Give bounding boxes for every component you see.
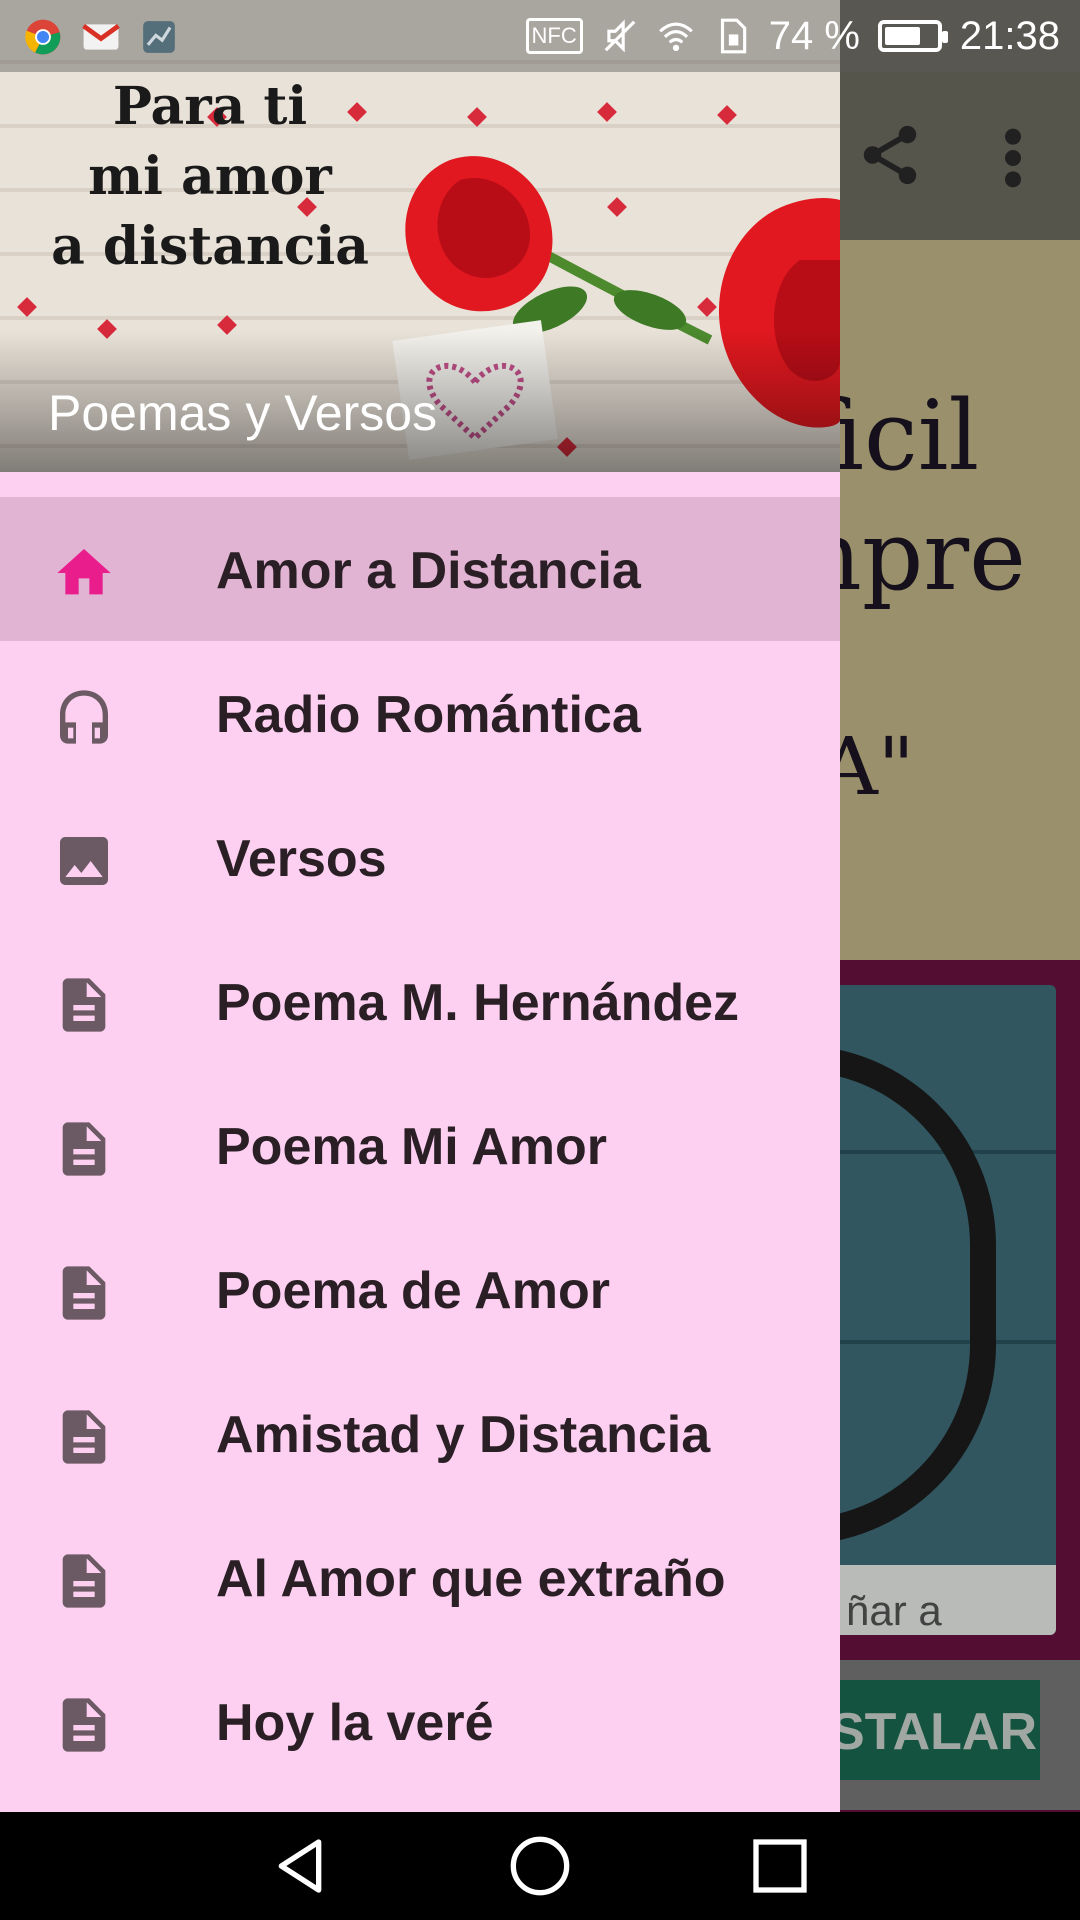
menu-item-hoy-la-vere[interactable]: Hoy la veré (0, 1649, 840, 1793)
menu-item-label: Versos (216, 830, 387, 888)
mute-icon (604, 19, 636, 53)
menu-item-poema-m-hernandez[interactable]: Poema M. Hernández (0, 929, 840, 1073)
menu-item-label: Poema de Amor (216, 1262, 610, 1320)
menu-item-versos[interactable]: Versos (0, 785, 840, 929)
back-icon[interactable] (265, 1834, 335, 1898)
document-icon (62, 1554, 106, 1608)
home-icon (57, 549, 111, 595)
document-icon (62, 978, 106, 1032)
menu-item-radio-romantica[interactable]: Radio Romántica (0, 641, 840, 785)
menu-item-poema-mi-amor[interactable]: Poema Mi Amor (0, 1073, 840, 1217)
menu-item-label: Poema M. Hernández (216, 974, 740, 1032)
home-circle-icon[interactable] (505, 1834, 575, 1898)
menu-item-label: Amistad y Distancia (216, 1406, 711, 1464)
wifi-icon (658, 22, 693, 52)
nfc-icon: NFC (525, 18, 583, 54)
analytics-icon (143, 21, 175, 53)
menu-item-label: Radio Romántica (216, 686, 641, 744)
document-icon (62, 1410, 106, 1464)
menu-item-al-amor-que-extrano[interactable]: Al Amor que extraño (0, 1505, 840, 1649)
menu-item-label: Poema Mi Amor (216, 1118, 608, 1176)
menu-item-label: Amor a Distancia (216, 542, 641, 600)
battery-icon (877, 20, 948, 52)
document-icon (62, 1698, 106, 1752)
drawer-title: Poemas y Versos (48, 385, 438, 441)
menu-item-amistad-y-distancia[interactable]: Amistad y Distancia (0, 1361, 840, 1505)
menu-item-label: Hoy la veré (216, 1694, 494, 1752)
menu-item-poema-de-amor[interactable]: Poema de Amor (0, 1217, 840, 1361)
menu-item-label: Al Amor que extraño (216, 1550, 726, 1608)
gmail-icon (82, 23, 120, 50)
document-icon (62, 1122, 106, 1176)
navigation-drawer: Para ti mi amor a distancia Poemas y Ver… (0, 0, 840, 1812)
sim-card-icon (720, 18, 746, 54)
clock: 21:38 (959, 13, 1060, 58)
quote-line: Para ti (112, 76, 308, 137)
battery-percent: 74 % (768, 13, 860, 58)
document-icon (62, 1266, 106, 1320)
drawer-menu: Amor a Distancia Radio Romántica Versos … (0, 497, 840, 1793)
quote-line: a distancia (51, 216, 369, 277)
quote-line: mi amor (88, 146, 332, 207)
status-bar: NFC 74 % 21:38 (0, 0, 1080, 72)
chrome-icon (25, 19, 61, 55)
menu-item-amor-a-distancia[interactable]: Amor a Distancia (0, 497, 840, 641)
headphones-icon (60, 690, 108, 744)
header-quote: Para ti mi amor a distancia (40, 72, 380, 282)
recents-icon[interactable] (745, 1834, 815, 1898)
system-nav-bar (0, 1812, 1080, 1920)
image-icon (60, 837, 108, 885)
